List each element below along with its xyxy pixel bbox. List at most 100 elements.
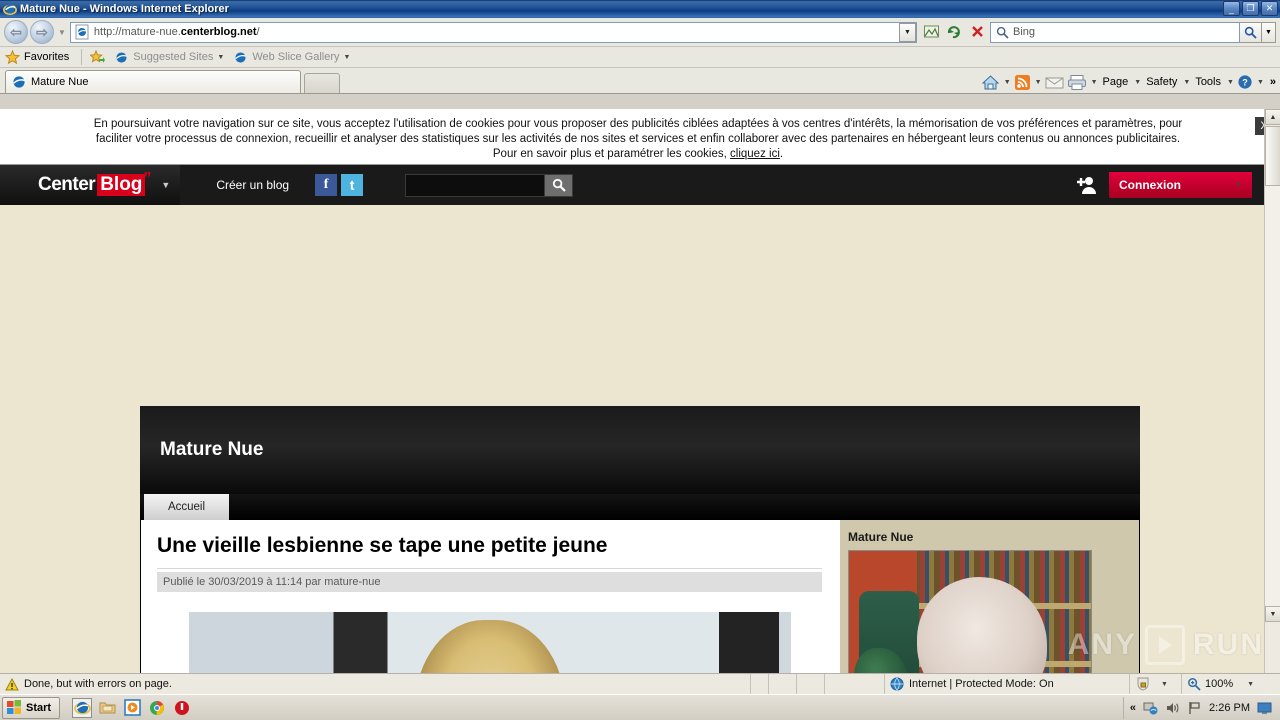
tab-strip: Mature Nue ▼ ▼ ▼ Page ▼ Safety ▼ Tools ▼… [0,68,1280,94]
suggested-sites-label: Suggested Sites [133,51,214,63]
media-player-icon[interactable] [122,698,142,718]
page-scrollbar[interactable]: ▲ ▼ [1264,109,1280,673]
article-image[interactable] [188,612,791,673]
tools-menu-label: Tools [1195,76,1221,88]
favorites-bar: Favorites Suggested Sites ▼ Web Slice Ga… [0,47,1280,68]
safety-menu-button[interactable]: Safety ▼ [1144,76,1190,88]
start-label: Start [26,701,52,714]
cookie-text-line-1: En poursuivant votre navigation sur ce s… [93,118,1183,130]
start-button[interactable]: Start [2,696,61,719]
address-dropdown-button[interactable]: ▼ [899,22,916,42]
record-icon[interactable] [172,698,192,718]
stop-icon[interactable] [967,22,988,43]
add-user-icon[interactable] [1073,172,1099,198]
article-title: Une vieille lesbienne se tape une petite… [157,534,822,569]
sidebar-image[interactable] [848,550,1092,673]
internet-explorer-icon [3,4,17,16]
flag-icon[interactable] [1187,701,1202,716]
mail-button[interactable] [1045,75,1064,90]
home-icon [981,74,1000,89]
search-placeholder: Bing [1013,26,1036,38]
minimize-button[interactable]: _ [1223,1,1240,16]
search-input[interactable]: Bing [990,21,1240,43]
internet-explorer-icon[interactable] [72,697,93,718]
home-button[interactable]: ▼ [981,74,1011,91]
tools-menu-button[interactable]: Tools ▼ [1193,76,1234,88]
tab-mature-nue[interactable]: Mature Nue [5,70,301,93]
security-zone[interactable]: Internet | Protected Mode: On [885,673,1130,695]
blog-title: Mature Nue [160,439,264,460]
search-button[interactable] [545,173,574,197]
centerblog-logo[interactable]: Center Blog” ▼ [0,165,181,205]
history-dropdown[interactable]: ▼ [54,28,70,37]
address-bar[interactable]: http://mature-nue.centerblog.net/ ▼ [69,21,917,43]
privacy-report-button[interactable]: ▼ [1130,673,1182,695]
chrome-icon[interactable] [147,698,167,718]
mail-icon [1045,77,1064,88]
search-icon [996,26,1009,39]
add-to-favorites-bar-button[interactable] [90,49,106,65]
page-menu-button[interactable]: Page ▼ [1101,76,1142,88]
refresh-icon[interactable] [944,22,965,43]
menu-item-accueil[interactable]: Accueil [144,494,229,520]
show-hidden-icons-button[interactable]: « [1130,702,1136,714]
chevron-down-icon: ▼ [1235,181,1242,189]
globe-icon [890,677,904,691]
maximize-button[interactable]: ❐ [1242,1,1259,16]
chevron-down-icon: ▼ [217,53,225,61]
blog-body: Une vieille lesbienne se tape une petite… [140,520,1140,673]
cookie-more-info-link[interactable]: cliquez ici [730,148,780,160]
close-button[interactable]: ✕ [1261,1,1278,16]
internet-explorer-icon [13,76,26,88]
compatibility-view-icon[interactable] [921,22,942,43]
create-blog-link[interactable]: Créer un blog [194,178,312,192]
volume-icon[interactable] [1165,701,1180,716]
search-dropdown-button[interactable]: ▼ [1262,21,1276,43]
facebook-icon[interactable]: f [315,174,338,196]
zoom-level: 100% [1205,678,1234,690]
scrollbar-thumb[interactable] [1265,126,1280,186]
search-input[interactable] [405,173,546,197]
help-button[interactable]: ? ▼ [1237,74,1264,90]
tab-label: Mature Nue [31,76,89,88]
feeds-button[interactable]: ▼ [1014,74,1042,91]
forward-button[interactable]: ⇨ [30,20,54,44]
chevron-down-icon: ▼ [1247,680,1255,688]
clock[interactable]: 2:26 PM [1209,702,1250,714]
page-favicon [75,24,89,40]
login-button[interactable]: Connexion ▼ [1109,172,1252,198]
status-segment [797,673,825,695]
security-zone-label: Internet | Protected Mode: On [909,678,1054,690]
play-icon [1145,625,1185,665]
status-segment [751,673,769,695]
zoom-control[interactable]: 100% ▼ [1182,674,1280,695]
status-segment [825,673,885,695]
scrollbar-track[interactable] [1265,186,1280,606]
article-meta: Publié le 30/03/2019 à 11:14 par mature-… [157,572,822,592]
command-bar-overflow-button[interactable]: » [1270,76,1276,88]
favorites-label: Favorites [24,51,70,63]
suggested-sites-item[interactable]: Suggested Sites ▼ [114,50,224,65]
favorites-button[interactable]: Favorites [5,49,70,65]
help-icon: ? [1238,75,1252,89]
cookie-text-line-3: Pour en savoir plus et paramétrer les co… [492,148,784,160]
back-button[interactable]: ⇦ [4,20,28,44]
network-icon[interactable] [1143,701,1158,716]
web-slice-gallery-item[interactable]: Web Slice Gallery ▼ [233,50,350,65]
twitter-icon[interactable]: t [341,174,364,196]
quick-launch-bar [72,697,192,718]
window-controls: _ ❐ ✕ [1223,1,1278,16]
folder-icon[interactable] [97,698,117,718]
chevron-down-icon: ▼ [161,180,171,190]
internet-explorer-icon [116,51,128,63]
print-button[interactable]: ▼ [1067,74,1098,91]
new-tab-button[interactable] [304,73,340,93]
search-go-button[interactable] [1240,21,1262,43]
logo-tick-icon: ” [143,170,152,187]
star-icon [5,49,20,64]
scroll-down-button[interactable]: ▼ [1265,606,1280,622]
show-desktop-button[interactable] [1257,701,1272,716]
status-message: Done, but with errors on page. [24,678,172,690]
scroll-up-button[interactable]: ▲ [1265,109,1280,125]
windows-logo-icon [7,700,21,714]
